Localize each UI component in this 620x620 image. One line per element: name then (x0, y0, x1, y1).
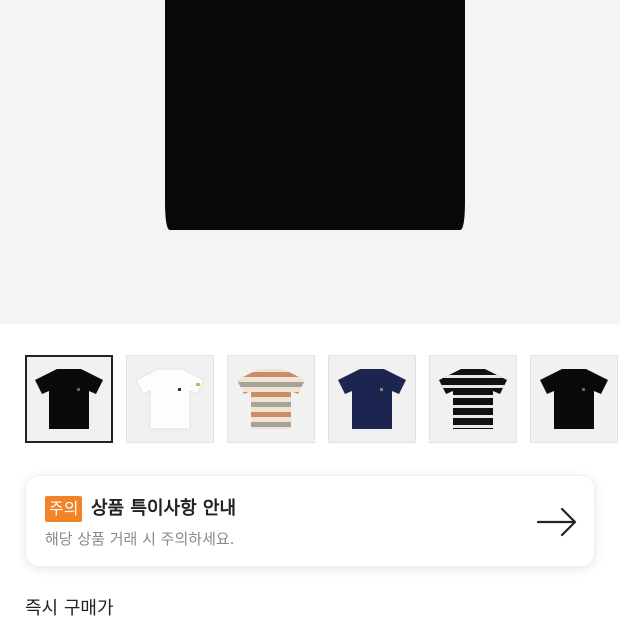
thumbnail-white[interactable] (126, 355, 214, 443)
product-notice-card[interactable]: 주의 상품 특이사항 안내 해당 상품 거래 시 주의하세요. (25, 475, 595, 567)
thumbnail-black-2[interactable] (530, 355, 618, 443)
notice-title: 상품 특이사항 안내 (91, 498, 237, 519)
instant-buy-price-title: 즉시 구매가 (25, 598, 114, 619)
tshirt-beige-stripe-icon (237, 369, 305, 429)
arrow-right-icon[interactable] (534, 500, 580, 544)
thumbnail-strip (25, 355, 620, 445)
warning-badge: 주의 (45, 496, 83, 522)
thumbnail-black-selected[interactable] (25, 355, 113, 443)
tshirt-black-icon (540, 369, 608, 429)
tshirt-image (165, 0, 465, 230)
tshirt-white-icon (135, 368, 205, 430)
thumbnail-black-stripe[interactable] (429, 355, 517, 443)
tshirt-black-icon (35, 369, 103, 429)
notice-description: 해당 상품 거래 시 주의하세요. (45, 530, 235, 548)
product-image-hero[interactable] (0, 0, 620, 324)
thumbnail-navy[interactable] (328, 355, 416, 443)
tshirt-navy-icon (338, 369, 406, 429)
tshirt-black-stripe-icon (439, 369, 507, 429)
thumbnail-beige-stripe[interactable] (227, 355, 315, 443)
